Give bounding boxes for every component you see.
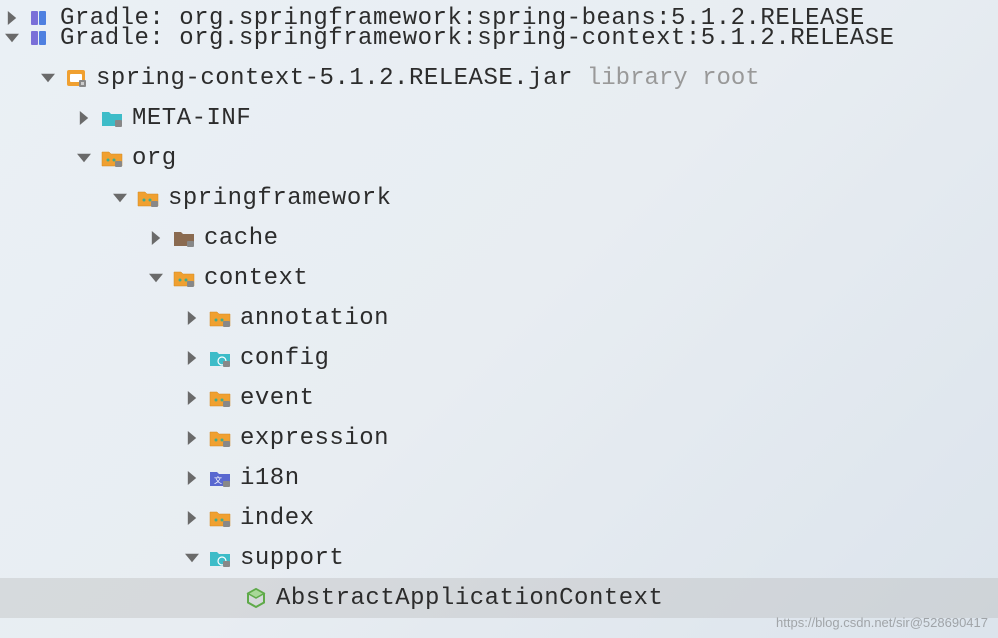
tree-row-selected[interactable]: AbstractApplicationContext — [0, 578, 998, 618]
tree-row[interactable]: index — [0, 498, 998, 538]
chevron-right-icon[interactable] — [74, 108, 94, 128]
chevron-down-icon[interactable] — [74, 148, 94, 168]
chevron-down-icon[interactable] — [182, 548, 202, 568]
tree-row[interactable]: config — [0, 338, 998, 378]
tree-label: AbstractApplicationContext — [276, 585, 663, 612]
tree-label: support — [240, 545, 344, 572]
tree-label: annotation — [240, 305, 389, 332]
folder-config-icon — [208, 546, 232, 570]
chevron-right-icon[interactable] — [182, 388, 202, 408]
tree-row[interactable]: spring-context-5.1.2.RELEASE.jar library… — [0, 58, 998, 98]
tree-row[interactable]: META-INF — [0, 98, 998, 138]
tree-label: index — [240, 505, 315, 532]
tree-row[interactable]: context — [0, 258, 998, 298]
package-icon — [208, 306, 232, 330]
tree-label-suffix: library root — [587, 65, 760, 92]
chevron-right-icon[interactable] — [146, 228, 166, 248]
chevron-right-icon[interactable] — [182, 468, 202, 488]
tree-label: spring-context-5.1.2.RELEASE.jar — [96, 65, 573, 92]
tree-row[interactable]: annotation — [0, 298, 998, 338]
folder-config-icon — [100, 106, 124, 130]
tree-label: META-INF — [132, 105, 251, 132]
chevron-right-icon[interactable] — [182, 308, 202, 328]
tree-label: springframework — [168, 185, 392, 212]
tree-row[interactable]: Gradle: org.springframework:spring-beans… — [0, 0, 998, 38]
tree-row[interactable]: event — [0, 378, 998, 418]
package-icon — [136, 186, 160, 210]
tree-label: cache — [204, 225, 279, 252]
chevron-right-icon[interactable] — [182, 348, 202, 368]
chevron-down-icon[interactable] — [38, 68, 58, 88]
tree-row[interactable]: 文 i18n — [0, 458, 998, 498]
tree-row[interactable]: org — [0, 138, 998, 178]
tree-row[interactable]: support — [0, 538, 998, 578]
folder-i18n-icon: 文 — [208, 466, 232, 490]
svg-text:文: 文 — [214, 475, 222, 485]
package-icon — [100, 146, 124, 170]
tree-label: Gradle: org.springframework:spring-beans… — [60, 5, 865, 32]
tree-label: config — [240, 345, 329, 372]
tree-row[interactable]: springframework — [0, 178, 998, 218]
tree-label: i18n — [240, 465, 300, 492]
chevron-down-icon[interactable] — [146, 268, 166, 288]
chevron-right-icon[interactable] — [182, 508, 202, 528]
watermark: https://blog.csdn.net/sir@528690417 — [776, 615, 988, 630]
chevron-down-icon[interactable] — [110, 188, 130, 208]
package-icon — [208, 506, 232, 530]
chevron-right-icon[interactable] — [182, 428, 202, 448]
tree-row[interactable]: expression — [0, 418, 998, 458]
project-tree: Gradle: org.springframework:spring-beans… — [0, 18, 998, 618]
package-icon — [172, 266, 196, 290]
chevron-right-icon[interactable] — [2, 8, 22, 28]
tree-label: expression — [240, 425, 389, 452]
package-icon — [208, 386, 232, 410]
tree-label: event — [240, 385, 315, 412]
class-icon — [244, 586, 268, 610]
library-icon — [28, 26, 52, 50]
tree-label: org — [132, 145, 177, 172]
folder-config-icon — [208, 346, 232, 370]
tree-row[interactable]: cache — [0, 218, 998, 258]
package-icon — [208, 426, 232, 450]
jar-icon — [64, 66, 88, 90]
folder-resources-icon — [172, 226, 196, 250]
tree-label: context — [204, 265, 308, 292]
